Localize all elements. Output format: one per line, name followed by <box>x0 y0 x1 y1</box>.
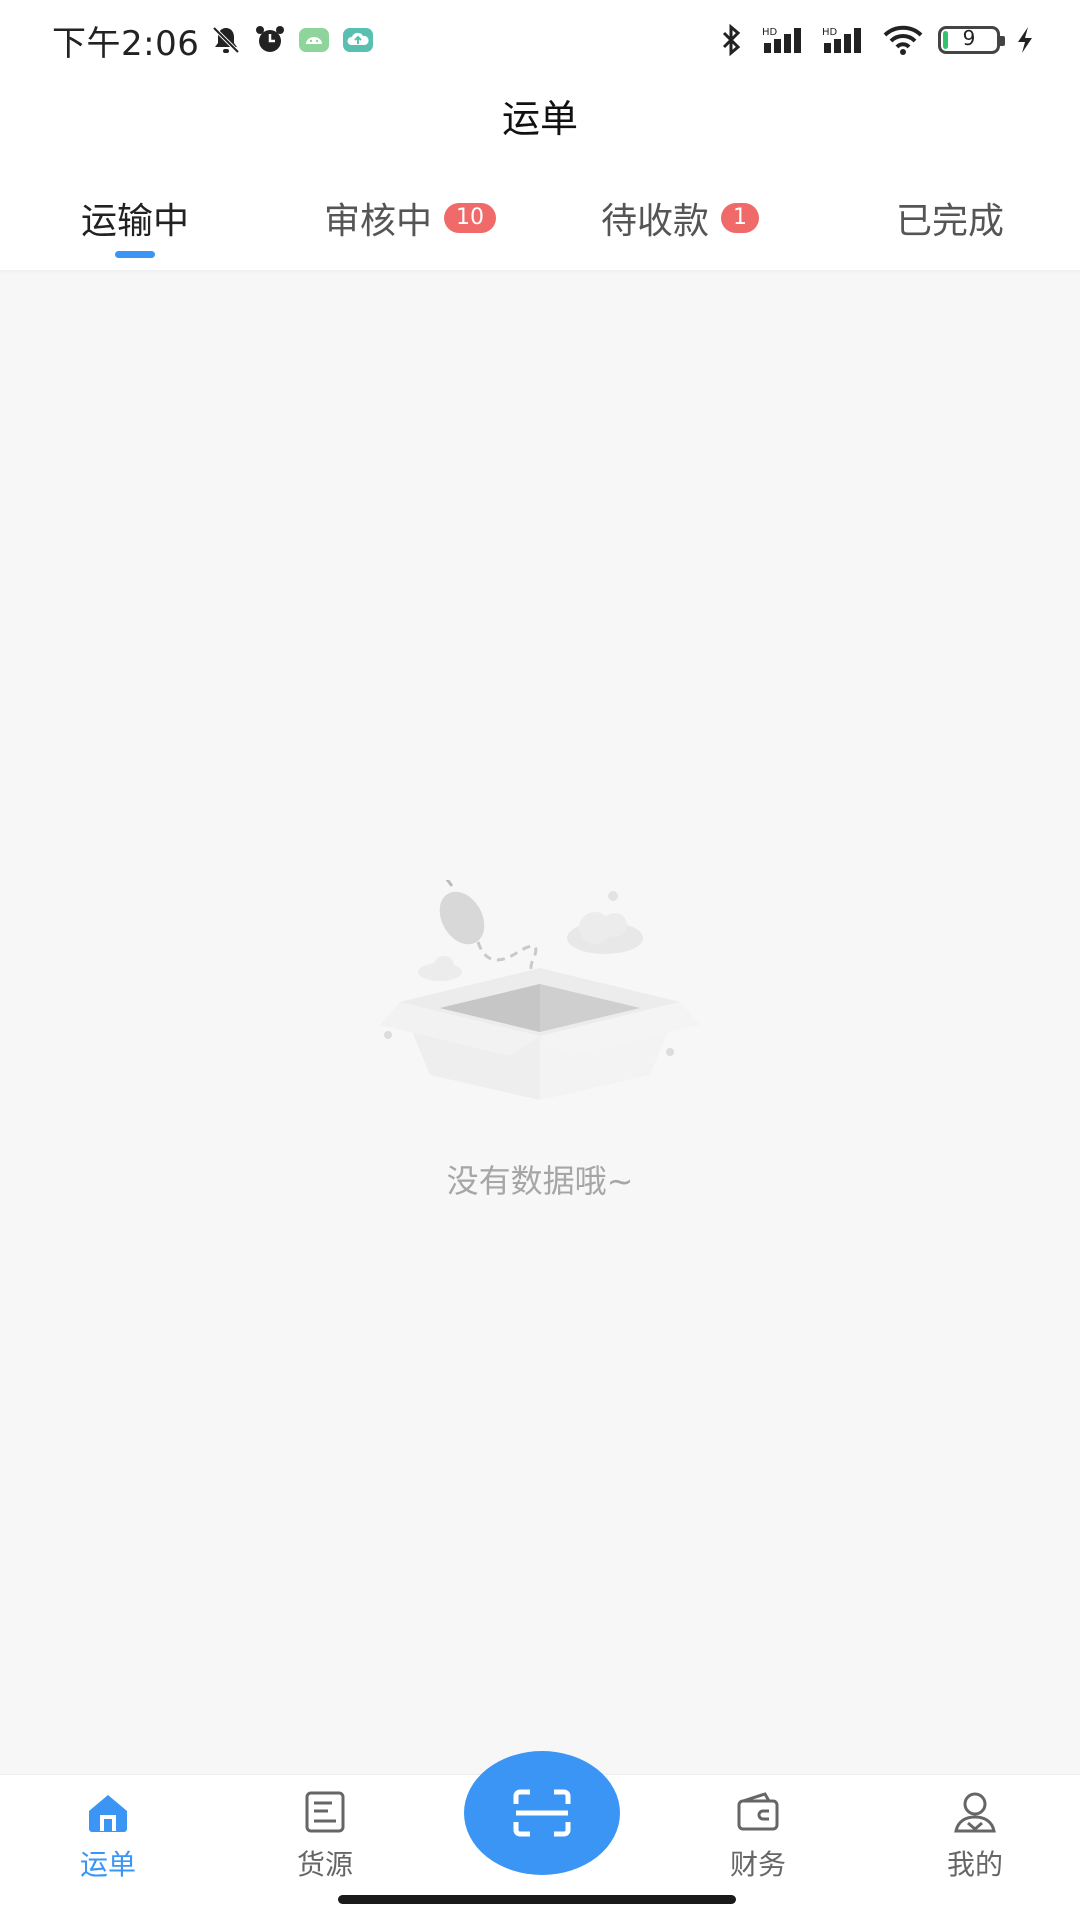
svg-text:HD: HD <box>822 27 838 38</box>
payment-count-badge: 1 <box>721 203 759 233</box>
empty-box-icon <box>380 880 700 1100</box>
nav-label: 货源 <box>296 1848 353 1881</box>
mute-notification-icon <box>212 26 240 54</box>
tab-completed[interactable]: 已完成 <box>870 178 1030 258</box>
status-left: 下午2:06 <box>52 16 375 64</box>
scan-icon <box>513 1789 571 1837</box>
cellular-signal-2-icon: HD <box>822 27 861 53</box>
tab-label: 运输中 <box>80 201 189 242</box>
tab-label: 审核中 <box>323 201 432 242</box>
tab-label: 已完成 <box>895 201 1004 242</box>
list-icon <box>305 1791 345 1833</box>
home-icon <box>89 1795 127 1832</box>
cellular-signal-icon: HD <box>762 27 801 53</box>
svg-text:HD: HD <box>762 27 778 38</box>
battery-level: 9 <box>962 26 976 50</box>
header: 运单 运输中 审核中 10 待收款 1 已完成 <box>0 80 1080 270</box>
android-app-icon <box>299 28 330 52</box>
charging-icon <box>1018 27 1032 53</box>
tab-bar: 运输中 审核中 10 待收款 1 已完成 <box>0 178 1080 258</box>
tab-under-review[interactable]: 审核中 10 <box>300 178 520 258</box>
tab-label: 待收款 <box>600 201 709 242</box>
alarm-icon <box>256 26 285 52</box>
nav-label: 运单 <box>79 1848 136 1881</box>
status-bar: 下午2:06 HD HD 9 <box>0 0 1080 80</box>
nav-label: 财务 <box>729 1848 786 1881</box>
page-title: 运单 <box>501 97 578 141</box>
scan-button[interactable] <box>464 1751 620 1875</box>
battery-icon: 9 <box>938 26 1005 54</box>
home-indicator[interactable] <box>338 1895 736 1904</box>
wifi-icon <box>883 25 923 55</box>
status-time: 下午2:06 <box>52 23 200 64</box>
nav-item-cargo[interactable]: 货源 <box>245 1789 405 1889</box>
nav-item-waybill[interactable]: 运单 <box>28 1789 188 1889</box>
user-icon <box>954 1792 996 1833</box>
battery-cap <box>1000 36 1005 46</box>
status-right: HD HD 9 <box>714 16 1036 64</box>
active-tab-indicator <box>115 251 155 258</box>
cloud-upload-icon <box>343 28 374 52</box>
nav-item-profile[interactable]: 我的 <box>895 1789 1055 1889</box>
nav-item-finance[interactable]: 财务 <box>678 1789 838 1889</box>
tab-in-transit[interactable]: 运输中 <box>55 178 215 258</box>
bluetooth-icon <box>722 23 741 57</box>
tab-pending-payment[interactable]: 待收款 1 <box>580 178 780 258</box>
nav-label: 我的 <box>946 1848 1003 1881</box>
empty-message: 没有数据哦~ <box>446 1162 634 1200</box>
empty-state: 没有数据哦~ <box>0 880 1080 1202</box>
review-count-badge: 10 <box>444 203 496 233</box>
wallet-icon <box>737 1792 779 1831</box>
